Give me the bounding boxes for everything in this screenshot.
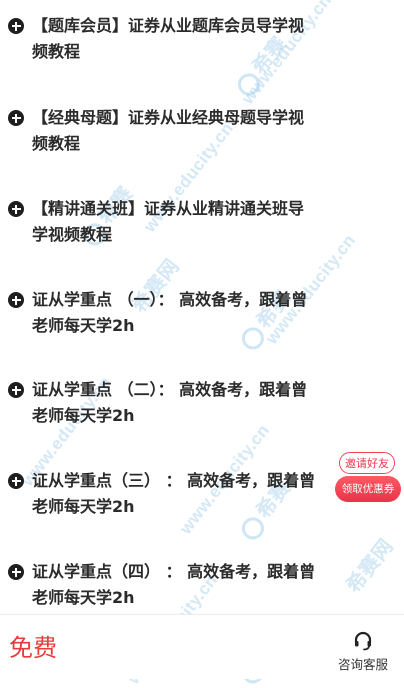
- item-title-line1: 证从学重点 （一）： 高效备考，跟着曾: [32, 290, 308, 309]
- item-title-line2: 频教程: [32, 134, 81, 153]
- item-title-line2: 频教程: [32, 42, 81, 61]
- customer-service-button[interactable]: 咨询客服: [330, 625, 396, 675]
- customer-service-label: 咨询客服: [337, 657, 388, 672]
- invite-friends-label[interactable]: 邀请好友: [339, 452, 395, 474]
- plus-circle-icon[interactable]: [8, 564, 24, 580]
- plus-circle-icon[interactable]: [8, 292, 24, 308]
- item-title-line1: 证从学重点 （二）： 高效备考，跟着曾: [32, 380, 308, 399]
- item-title-line2: 老师每天学2h: [32, 316, 135, 335]
- watermark-logo-icon: [233, 68, 265, 100]
- plus-circle-icon[interactable]: [8, 382, 24, 398]
- plus-circle-icon[interactable]: [8, 473, 24, 489]
- bottom-action-bar: 免费 咨询客服: [0, 614, 404, 679]
- watermark-logo-icon: [237, 512, 269, 544]
- plus-circle-icon[interactable]: [8, 110, 24, 126]
- item-title-line1: 证从学重点（三） ： 高效备考，跟着曾: [32, 471, 316, 490]
- watermark-brand: 希赛网: [342, 535, 398, 598]
- plus-circle-icon[interactable]: [8, 18, 24, 34]
- item-title-line2: 老师每天学2h: [32, 588, 135, 607]
- watermark-logo-icon: [237, 322, 269, 354]
- watermark-brand: 希赛: [228, 29, 292, 100]
- claim-coupon-button[interactable]: 领取优惠券: [335, 476, 401, 502]
- headset-icon: [354, 631, 372, 651]
- item-title-line1: 证从学重点（四） ： 高效备考，跟着曾: [32, 562, 316, 581]
- item-title-line1: 【经典母题】证券从业经典母题导学视: [32, 108, 305, 127]
- item-title-line2: 学视频教程: [32, 225, 113, 244]
- item-title-line1: 【精讲通关班】证券从业精讲通关班导: [32, 199, 305, 218]
- free-button[interactable]: 免费: [9, 633, 57, 663]
- plus-circle-icon[interactable]: [8, 201, 24, 217]
- item-title-line2: 老师每天学2h: [32, 497, 135, 516]
- item-title-line1: 【题库会员】证券从业题库会员导学视: [32, 16, 305, 35]
- invite-friends-badge[interactable]: 邀请好友 领取优惠券: [335, 452, 401, 504]
- item-title-line2: 老师每天学2h: [32, 406, 135, 425]
